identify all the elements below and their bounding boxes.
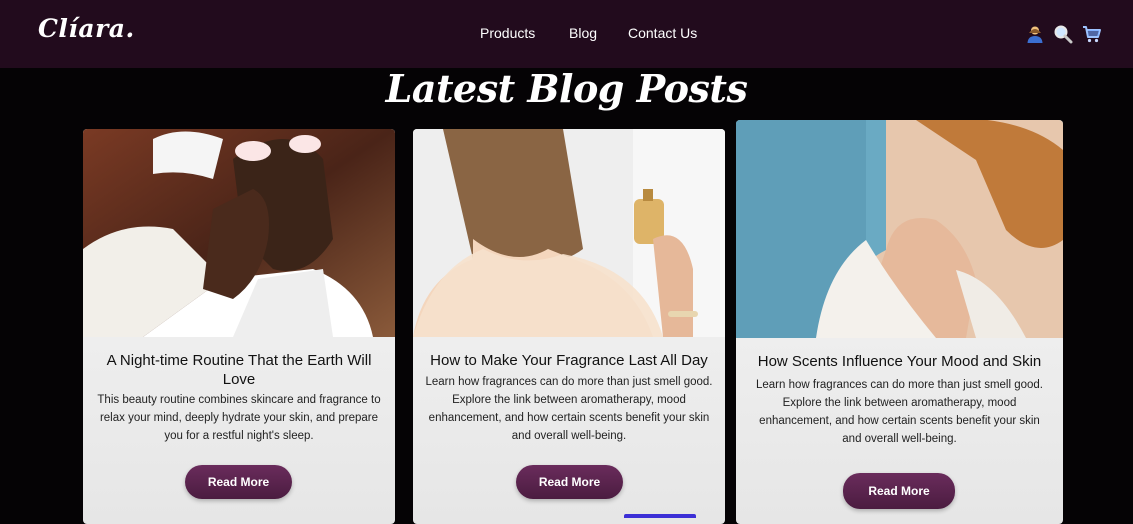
blog-card-image <box>736 120 1063 338</box>
read-more-button[interactable]: Read More <box>843 473 955 509</box>
navbar: Clíara. Products Blog Contact Us <box>0 0 1133 68</box>
read-more-button[interactable]: Read More <box>516 465 623 499</box>
nav-icon-group <box>1025 24 1105 46</box>
nav-link-blog[interactable]: Blog <box>569 25 597 41</box>
blog-card: How to Make Your Fragrance Last All Day … <box>413 129 725 524</box>
blog-card-title: How Scents Influence Your Mood and Skin <box>757 353 1042 370</box>
blog-card-title: A Night-time Routine That the Earth Will… <box>106 352 372 388</box>
page-title: Latest Blog Posts <box>385 66 748 111</box>
search-icon[interactable] <box>1053 24 1073 44</box>
blog-card-title: How to Make Your Fragrance Last All Day <box>430 352 708 369</box>
blog-card-excerpt: Learn how fragrances can do more than ju… <box>425 376 713 442</box>
nav-link-contact[interactable]: Contact Us <box>628 25 697 41</box>
cart-icon[interactable] <box>1082 24 1102 44</box>
blog-card-image <box>413 129 725 337</box>
bottom-scroll-indicator <box>624 514 696 518</box>
blog-card-excerpt: Learn how fragrances can do more than ju… <box>755 379 1044 445</box>
blog-card: How Scents Influence Your Mood and Skin … <box>736 120 1063 524</box>
nav-link-products[interactable]: Products <box>480 25 535 41</box>
read-more-button[interactable]: Read More <box>185 465 292 499</box>
user-icon[interactable] <box>1025 24 1045 44</box>
main-nav: Products Blog Contact Us <box>0 25 1133 45</box>
blog-card: A Night-time Routine That the Earth Will… <box>83 129 395 524</box>
blog-card-image <box>83 129 395 337</box>
blog-card-excerpt: This beauty routine combines skincare an… <box>97 394 381 442</box>
